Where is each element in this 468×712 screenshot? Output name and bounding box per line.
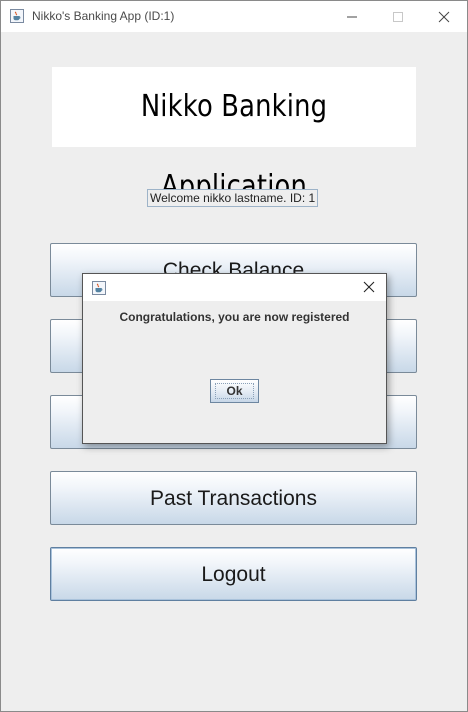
maximize-icon [393,12,403,22]
past-transactions-button[interactable]: Past Transactions [50,471,417,525]
app-title: Nikko Banking Application [140,89,328,204]
close-button[interactable] [421,1,467,32]
java-icon [92,281,106,295]
logout-button[interactable]: Logout [50,547,417,601]
main-window: Nikko's Banking App (ID:1) Nikko Banking… [0,0,468,712]
focus-ring [215,383,254,399]
dialog-message: Congratulations, you are now registered [119,310,350,324]
ok-button[interactable]: Ok [210,379,259,403]
dialog-close-button[interactable] [361,279,377,295]
window-title: Nikko's Banking App (ID:1) [32,9,175,23]
maximize-button[interactable] [375,1,421,32]
dialog-title-bar[interactable] [83,274,386,301]
minimize-icon [347,16,357,18]
java-icon [10,9,24,23]
close-icon [438,11,450,23]
title-bar[interactable]: Nikko's Banking App (ID:1) [1,1,467,32]
close-icon [363,281,375,293]
registration-dialog: Congratulations, you are now registered … [82,273,387,444]
app-header: Nikko Banking Application [52,67,416,204]
minimize-button[interactable] [329,1,375,32]
welcome-label: Welcome nikko lastname. ID: 1 [147,189,319,207]
